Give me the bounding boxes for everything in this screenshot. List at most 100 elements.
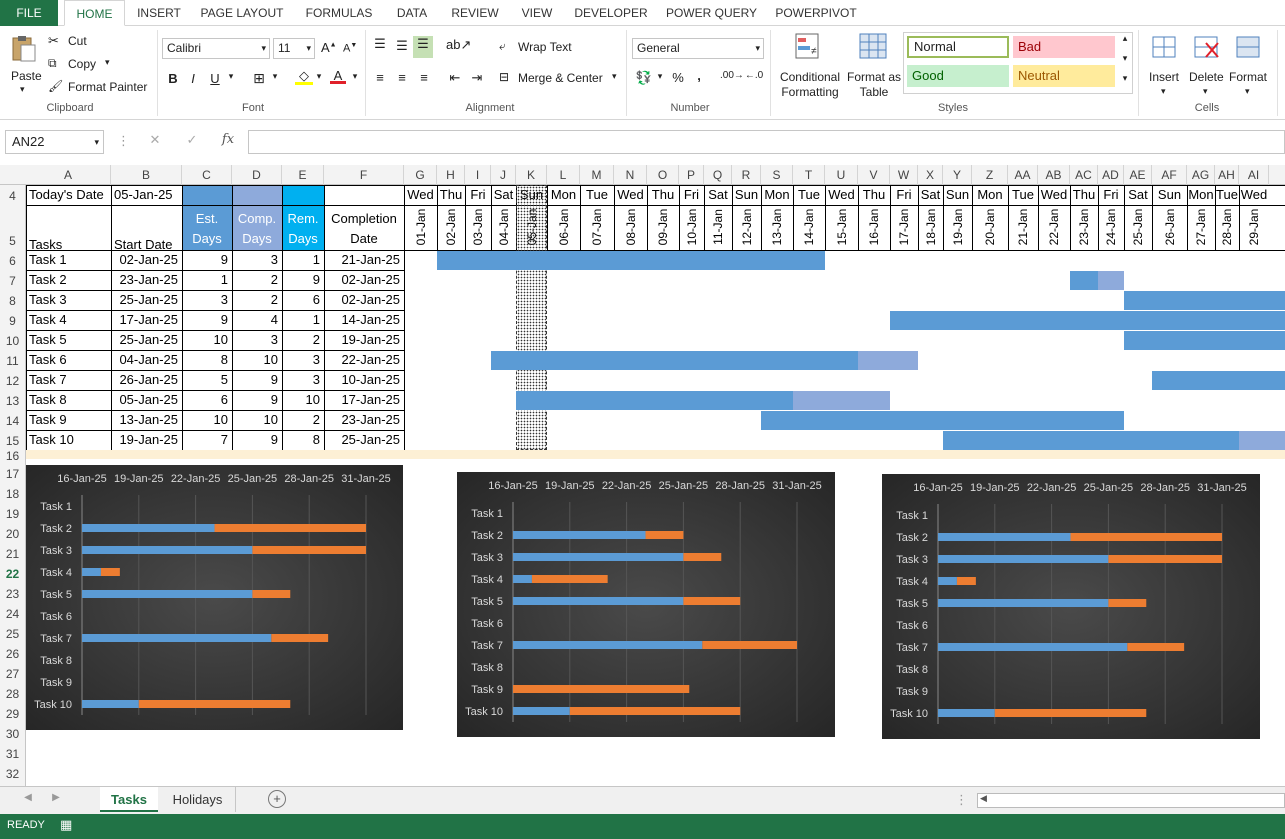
column-header-ah[interactable]: AH <box>1215 165 1239 185</box>
column-header-af[interactable]: AF <box>1152 165 1187 185</box>
conditional-formatting-button[interactable]: ≠ Conditional Formatting <box>774 30 844 100</box>
worksheet-grid[interactable]: A B C D E F G H I J K L M N O P Q R S T U V W X Y Z AA AB AC AD AE AF AG… <box>0 165 1285 786</box>
task-rem[interactable]: 1 <box>282 250 324 270</box>
task-est[interactable]: 9 <box>182 310 232 330</box>
formula-input[interactable] <box>248 130 1285 154</box>
align-bottom-icon[interactable]: ☰ <box>413 36 433 58</box>
task-est[interactable]: 6 <box>182 390 232 410</box>
task-name[interactable]: Task 10 <box>26 430 111 450</box>
column-header-o[interactable]: O <box>647 165 679 185</box>
borders-icon[interactable]: ⊞ <box>250 70 268 87</box>
orientation-icon[interactable]: ab↗ <box>446 37 471 53</box>
insert-cells-button[interactable]: Insert ▾ <box>1145 30 1185 100</box>
style-neutral[interactable]: Neutral <box>1013 65 1115 87</box>
task-name[interactable]: Task 3 <box>26 290 111 310</box>
tab-home[interactable]: HOME <box>64 0 125 26</box>
column-header-u[interactable]: U <box>825 165 858 185</box>
task-start[interactable]: 05-Jan-25 <box>111 390 182 410</box>
row-header-28[interactable]: 28 <box>0 685 25 703</box>
row-header-27[interactable]: 27 <box>0 665 25 683</box>
task-est[interactable]: 3 <box>182 290 232 310</box>
task-name[interactable]: Task 9 <box>26 410 111 430</box>
task-name[interactable]: Task 1 <box>26 250 111 270</box>
column-header-n[interactable]: N <box>614 165 647 185</box>
name-box[interactable]: AN22 ▾ <box>5 130 104 154</box>
row-header-8[interactable]: 8 <box>0 292 25 310</box>
task-start[interactable]: 19-Jan-25 <box>111 430 182 450</box>
column-header-ad[interactable]: AD <box>1098 165 1124 185</box>
row-header-21[interactable]: 21 <box>0 545 25 563</box>
align-top-icon[interactable]: ☰ <box>371 36 389 52</box>
chevron-down-icon[interactable]: ▾ <box>656 71 664 82</box>
gallery-up-icon[interactable]: ▴ <box>1119 33 1131 44</box>
gantt-bar-remaining[interactable] <box>1098 271 1124 290</box>
chevron-down-icon[interactable]: ▾ <box>314 71 324 82</box>
row-header-32[interactable]: 32 <box>0 765 25 783</box>
scroll-left-icon[interactable]: ◀ <box>22 792 34 803</box>
task-completion[interactable]: 14-Jan-25 <box>324 310 404 330</box>
task-rem[interactable]: 10 <box>282 390 324 410</box>
row-header-6[interactable]: 6 <box>0 252 25 270</box>
scroll-left-icon[interactable]: ◀ <box>980 793 987 804</box>
column-header-z[interactable]: Z <box>972 165 1008 185</box>
column-header-v[interactable]: V <box>858 165 890 185</box>
row-header-14[interactable]: 14 <box>0 412 25 430</box>
task-completion[interactable]: 10-Jan-25 <box>324 370 404 390</box>
column-header-ai[interactable]: AI <box>1239 165 1269 185</box>
chevron-down-icon[interactable]: ▾ <box>270 71 280 82</box>
paste-button[interactable]: Paste ▾ <box>6 32 42 98</box>
row-header-19[interactable]: 19 <box>0 505 25 523</box>
task-completion[interactable]: 25-Jan-25 <box>324 430 404 450</box>
task-name[interactable]: Task 6 <box>26 350 111 370</box>
column-header-ab[interactable]: AB <box>1038 165 1070 185</box>
task-comp[interactable]: 2 <box>232 270 282 290</box>
tab-data[interactable]: DATA <box>390 0 434 26</box>
todays-date-value[interactable]: 05-Jan-25 <box>111 185 182 205</box>
task-comp[interactable]: 9 <box>232 430 282 450</box>
task-rem[interactable]: 3 <box>282 370 324 390</box>
column-header-ac[interactable]: AC <box>1070 165 1098 185</box>
todays-date-label[interactable]: Today's Date <box>26 185 111 205</box>
task-completion[interactable]: 23-Jan-25 <box>324 410 404 430</box>
task-completion[interactable]: 02-Jan-25 <box>324 290 404 310</box>
gantt-bar-completed[interactable] <box>890 311 1285 330</box>
align-middle-icon[interactable]: ☰ <box>393 38 411 54</box>
column-header-m[interactable]: M <box>580 165 614 185</box>
currency-icon[interactable]: 💱 <box>634 70 654 86</box>
task-start[interactable]: 25-Jan-25 <box>111 330 182 350</box>
row-header-7[interactable]: 7 <box>0 272 25 290</box>
tab-powerpivot[interactable]: POWERPIVOT <box>771 0 861 26</box>
column-header-l[interactable]: L <box>547 165 580 185</box>
task-name[interactable]: Task 7 <box>26 370 111 390</box>
font-color-icon[interactable]: A <box>330 68 346 84</box>
merge-center-button[interactable]: ⊟ Merge & Center ▾ <box>499 70 625 88</box>
increase-indent-icon[interactable]: ⇥ <box>468 70 486 86</box>
row-header-16[interactable]: 16 <box>0 447 25 465</box>
tab-insert[interactable]: INSERT <box>133 0 185 26</box>
task-comp[interactable]: 10 <box>232 350 282 370</box>
task-start[interactable]: 25-Jan-25 <box>111 290 182 310</box>
task-rem[interactable]: 2 <box>282 330 324 350</box>
add-sheet-icon[interactable]: + <box>268 790 286 808</box>
style-bad[interactable]: Bad <box>1013 36 1115 58</box>
format-cells-button[interactable]: Format ▾ <box>1229 30 1273 100</box>
task-rem[interactable]: 6 <box>282 290 324 310</box>
row-header-9[interactable]: 9 <box>0 312 25 330</box>
task-name[interactable]: Task 8 <box>26 390 111 410</box>
tab-page-layout[interactable]: PAGE LAYOUT <box>196 0 288 26</box>
row-header-5[interactable]: 5 <box>0 232 25 250</box>
task-start[interactable]: 02-Jan-25 <box>111 250 182 270</box>
gallery-more-icon[interactable]: ▾ <box>1119 73 1131 84</box>
task-est[interactable]: 8 <box>182 350 232 370</box>
column-header-h[interactable]: H <box>437 165 465 185</box>
increase-font-icon[interactable]: A▲ <box>321 40 337 55</box>
sheet-tab-holidays[interactable]: Holidays <box>160 787 236 812</box>
cancel-icon[interactable]: ✕ <box>146 132 164 148</box>
row-header-25[interactable]: 25 <box>0 625 25 643</box>
task-rem[interactable]: 3 <box>282 350 324 370</box>
gantt-bar-completed[interactable] <box>1124 291 1285 310</box>
row-header-26[interactable]: 26 <box>0 645 25 663</box>
gantt-chart-3[interactable]: 16-Jan-25 19-Jan-25 22-Jan-25 25-Jan-25 28-J… <box>882 474 1260 739</box>
task-start[interactable]: 23-Jan-25 <box>111 270 182 290</box>
style-normal[interactable]: Normal <box>907 36 1009 58</box>
